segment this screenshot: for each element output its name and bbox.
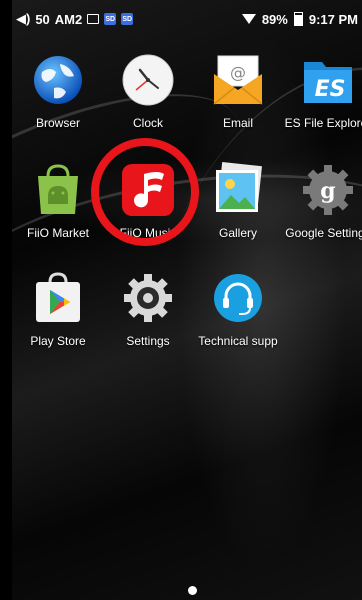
clock-time: 9:17 PM [308, 11, 358, 27]
volume-icon: ◀) [16, 11, 31, 26]
app-email[interactable]: @ Email [193, 52, 283, 130]
app-label: Browser [35, 116, 80, 130]
app-label: Clock [132, 116, 163, 130]
page-indicator-dot[interactable] [188, 586, 197, 595]
app-clock[interactable]: Clock [103, 52, 193, 130]
gear-icon [120, 270, 176, 326]
es-file-explorer-icon: ES [300, 52, 356, 108]
app-technical-support[interactable]: Technical supp [193, 270, 283, 348]
app-label: Gallery [218, 226, 257, 240]
headset-icon [210, 270, 266, 326]
battery-percent: 89% [261, 11, 288, 27]
app-label: Technical supp [198, 334, 278, 348]
app-google-settings[interactable]: g Google Settings [283, 162, 362, 240]
sd-card-icon-2: SD [121, 13, 134, 25]
android-bag-icon [30, 162, 86, 218]
app-es-file-explorer[interactable]: ES ES File Explorer [283, 52, 362, 130]
status-bar: ◀) 50 AM2 SD SD 89% 9:17 PM [12, 0, 362, 38]
gallery-icon [210, 162, 266, 218]
clock-icon [120, 52, 176, 108]
envelope-icon: @ [210, 52, 266, 108]
app-settings[interactable]: Settings [103, 270, 193, 348]
highlight-circle [91, 138, 199, 246]
app-label: Email [222, 116, 253, 130]
sd-card-icon: SD [104, 13, 117, 25]
app-gallery[interactable]: Gallery [193, 162, 283, 240]
svg-text:ES: ES [315, 77, 346, 102]
app-label: Play Store [30, 334, 86, 348]
svg-text:g: g [320, 178, 335, 204]
app-browser[interactable]: Browser [13, 52, 103, 130]
app-label: Google Settings [285, 226, 362, 240]
globe-icon [30, 52, 86, 108]
wifi-icon [241, 14, 256, 24]
svg-text:@: @ [230, 63, 246, 82]
app-label: Settings [126, 334, 170, 348]
app-fiio-market[interactable]: FiiO Market [13, 162, 103, 240]
google-settings-icon: g [300, 162, 356, 218]
app-label: FiiO Market [26, 226, 89, 240]
app-play-store[interactable]: Play Store [13, 270, 103, 348]
battery-icon [293, 12, 303, 26]
volume-level: 50 [35, 11, 50, 27]
image-notification-icon [87, 14, 100, 24]
home-screen: ◀) 50 AM2 SD SD 89% 9:17 PM Browser Cloc… [12, 0, 362, 600]
app-label: ES File Explorer [284, 116, 362, 130]
play-store-icon [30, 270, 86, 326]
audio-format: AM2 [54, 11, 83, 27]
